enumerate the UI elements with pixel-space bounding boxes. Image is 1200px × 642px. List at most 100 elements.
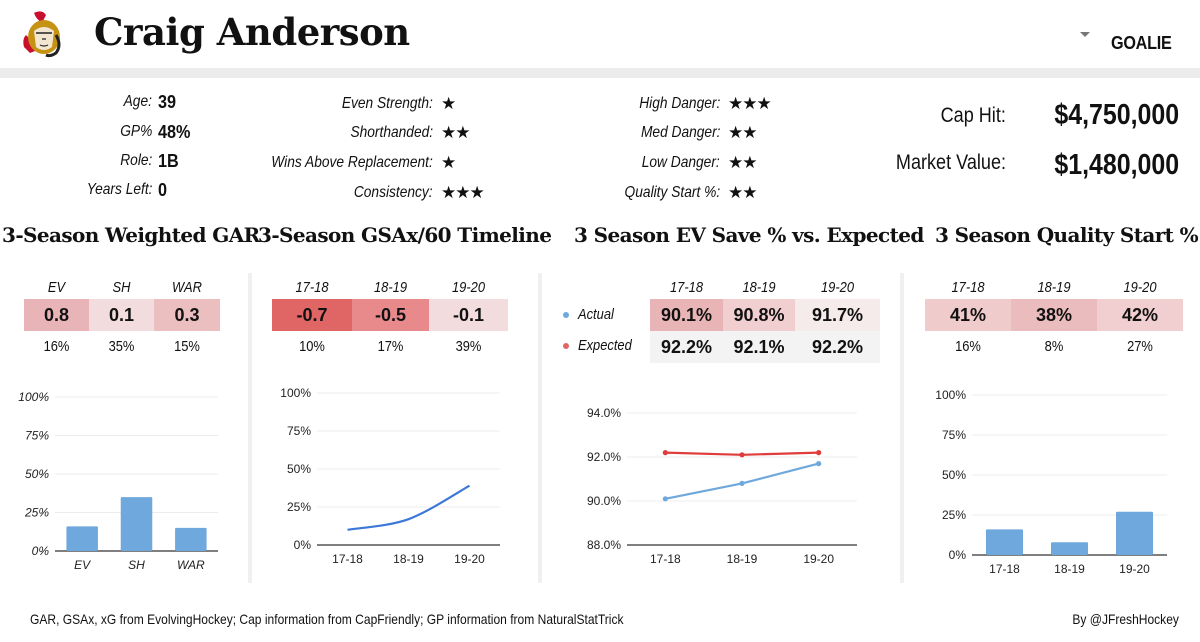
heat-cell: 92.1% bbox=[723, 331, 795, 363]
heat-cell: 92.2% bbox=[650, 331, 723, 363]
y-tick-label: 75% bbox=[25, 429, 49, 443]
percentile-label: 15% bbox=[174, 338, 200, 355]
years-left-value: 0 bbox=[158, 180, 168, 200]
series-line bbox=[347, 484, 471, 531]
expected-legend-dot-icon bbox=[563, 343, 569, 349]
bar bbox=[175, 527, 207, 551]
x-tick-label: EV bbox=[74, 558, 91, 572]
column-header: EV bbox=[47, 279, 66, 296]
y-tick-label: 90.0% bbox=[587, 494, 621, 508]
market-value-value: $1,480,000 bbox=[1054, 149, 1179, 181]
star-rating: ★★ bbox=[728, 153, 758, 172]
actual-legend-label: Actual bbox=[578, 306, 614, 323]
role-label: Role: bbox=[119, 152, 152, 169]
y-tick-label: 0% bbox=[949, 548, 967, 562]
y-tick-label: 0% bbox=[294, 538, 312, 552]
star-rating: ★★ bbox=[441, 123, 471, 142]
market-value-label: Market Value: bbox=[895, 151, 1006, 174]
header: Craig Anderson GOALIE bbox=[0, 0, 1200, 68]
data-point bbox=[739, 452, 745, 458]
column-header: WAR bbox=[172, 279, 202, 296]
heat-cell: -0.7 bbox=[272, 299, 352, 331]
column-header: 17-18 bbox=[295, 279, 329, 296]
x-tick-label: 17-18 bbox=[332, 552, 363, 566]
author-credit: By @JFreshHockey bbox=[1072, 611, 1179, 627]
gsax-section-title: 3-Season GSAx/60 Timeline bbox=[258, 223, 552, 247]
years-left-label: Years Left: bbox=[86, 181, 152, 198]
percentile-label: 17% bbox=[377, 338, 404, 355]
y-tick-label: 25% bbox=[24, 506, 49, 520]
rating-label: Shorthanded: bbox=[350, 124, 433, 141]
y-tick-label: 50% bbox=[942, 468, 966, 482]
star-rating: ★★★ bbox=[441, 183, 485, 202]
heat-cell: 0.8 bbox=[24, 299, 89, 331]
column-header: 17-18 bbox=[669, 279, 704, 296]
x-tick-label: WAR bbox=[177, 558, 205, 572]
actual-legend-dot-icon bbox=[563, 312, 569, 318]
expected-legend-label: Expected bbox=[578, 337, 632, 354]
rating-label: High Danger: bbox=[638, 95, 720, 112]
heat-cell: 91.7% bbox=[795, 299, 880, 331]
y-tick-label: 0% bbox=[32, 544, 50, 558]
x-tick-label: 18-19 bbox=[393, 552, 424, 566]
percentile-label: 16% bbox=[43, 338, 70, 355]
team-logo-icon bbox=[23, 11, 61, 58]
y-tick-label: 94.0% bbox=[587, 406, 621, 420]
quality-start-bar-chart: 0% 25% 50% 75% 100% 17-18 18-19 19-20 bbox=[935, 388, 1167, 576]
age-value: 39 bbox=[158, 92, 177, 112]
y-tick-label: 75% bbox=[942, 428, 966, 442]
y-tick-label: 75% bbox=[287, 424, 311, 438]
data-sources-note: GAR, GSAx, xG from EvolvingHockey; Cap i… bbox=[30, 611, 624, 627]
heat-cell: 92.2% bbox=[795, 331, 880, 363]
x-tick-label: 19-20 bbox=[1119, 562, 1150, 576]
player-name: Craig Anderson bbox=[94, 10, 410, 54]
x-tick-label: 17-18 bbox=[650, 552, 681, 566]
gar-percentile-bar-chart: 0% 25% 50% 75% 100% EV SH WAR bbox=[18, 390, 218, 572]
y-tick-label: 100% bbox=[935, 388, 966, 402]
panel-divider bbox=[248, 273, 252, 583]
rating-label: Quality Start %: bbox=[624, 184, 720, 201]
header-divider-band bbox=[0, 68, 1200, 78]
bar bbox=[1115, 511, 1154, 555]
ev-save-section-title: 3 Season EV Save % vs. Expected bbox=[574, 223, 924, 247]
caret-down-icon[interactable] bbox=[1080, 32, 1090, 37]
y-tick-label: 25% bbox=[287, 500, 311, 514]
star-rating: ★★★ bbox=[728, 94, 772, 113]
column-header: 17-18 bbox=[951, 279, 985, 296]
heat-cell: 0.3 bbox=[154, 299, 220, 331]
percentile-label: 16% bbox=[955, 338, 981, 355]
cap-hit-label: Cap Hit: bbox=[940, 104, 1006, 127]
gsax-percentile-line-chart: 0% 25% 50% 75% 100% 17-18 18-19 19-20 bbox=[280, 386, 500, 566]
heat-cell: 41% bbox=[925, 299, 1011, 331]
y-tick-label: 92.0% bbox=[587, 450, 621, 464]
gp-pct-value: 48% bbox=[158, 122, 191, 142]
heat-cell: 90.8% bbox=[723, 299, 795, 331]
data-point bbox=[816, 450, 822, 456]
rating-label: Low Danger: bbox=[641, 154, 720, 171]
gp-pct-label: GP% bbox=[119, 123, 152, 140]
heat-cell: -0.1 bbox=[429, 299, 508, 331]
x-tick-label: 18-19 bbox=[1054, 562, 1085, 576]
position-label: GOALIE bbox=[1111, 33, 1172, 53]
percentile-label: 39% bbox=[455, 338, 482, 355]
column-header: SH bbox=[112, 279, 131, 296]
heat-cell: 38% bbox=[1011, 299, 1097, 331]
y-tick-label: 50% bbox=[25, 467, 49, 481]
y-tick-label: 88.0% bbox=[587, 538, 621, 552]
bar bbox=[985, 529, 1024, 555]
x-tick-label: SH bbox=[128, 558, 145, 572]
percentile-label: 27% bbox=[1127, 338, 1153, 355]
percentile-label: 35% bbox=[108, 338, 135, 355]
bar bbox=[66, 526, 98, 551]
percentile-label: 8% bbox=[1044, 338, 1064, 355]
star-rating: ★★ bbox=[728, 183, 758, 202]
column-header: 18-19 bbox=[742, 279, 776, 296]
data-point bbox=[662, 496, 668, 502]
column-header: 19-20 bbox=[1123, 279, 1157, 296]
panel-divider bbox=[538, 273, 542, 583]
column-header: 18-19 bbox=[1037, 279, 1071, 296]
role-value: 1B bbox=[158, 151, 179, 171]
star-rating: ★★ bbox=[728, 123, 758, 142]
bar bbox=[120, 497, 153, 551]
bar bbox=[1050, 542, 1089, 555]
